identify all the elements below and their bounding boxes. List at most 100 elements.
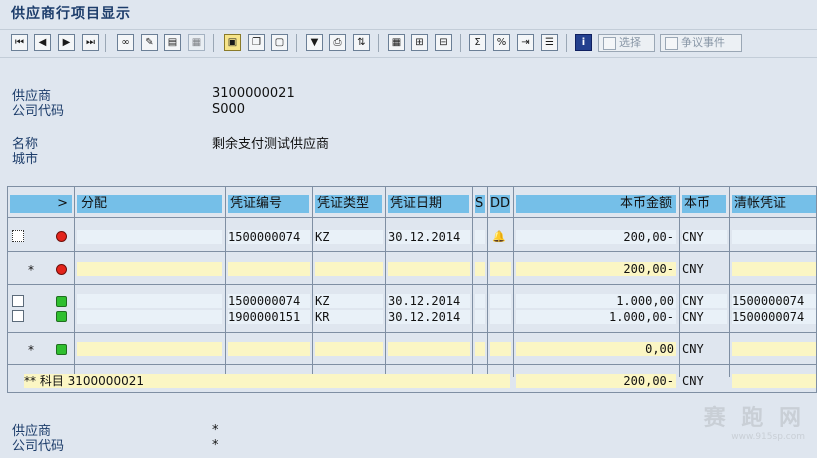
amount-cell: 1.000,00 — [516, 294, 676, 308]
toolbar-separator — [378, 34, 379, 52]
footer-company-code-value: * — [212, 438, 219, 453]
columns-icon[interactable]: ▤ — [164, 34, 181, 51]
document-icon[interactable]: ▢ — [271, 34, 288, 51]
subtotal-s — [475, 342, 485, 356]
watermark-url: www.915sp.com — [731, 432, 805, 442]
row-divider — [8, 251, 816, 252]
watermark-text: 赛 跑 网 — [703, 406, 805, 431]
row-divider — [8, 284, 816, 285]
expand-column-header[interactable]: > — [10, 195, 72, 213]
subtotal-doc-number — [228, 262, 310, 276]
first-page-icon[interactable]: ⏮ — [11, 34, 28, 51]
subtotal-dd — [490, 262, 511, 276]
copy-icon[interactable]: ❐ — [248, 34, 265, 51]
doc-number-cell[interactable]: 1500000074 — [228, 230, 310, 244]
toolbar-separator — [460, 34, 461, 52]
pencil-icon[interactable]: ✎ — [141, 34, 158, 51]
sum-icon[interactable]: Σ — [469, 34, 486, 51]
dispute-button-label: 争议事件 — [681, 36, 725, 49]
select-icon — [603, 37, 616, 50]
export-icon[interactable]: ⇥ — [517, 34, 534, 51]
row-divider — [8, 364, 816, 365]
subtotal-s — [475, 262, 485, 276]
prev-page-icon[interactable]: ◀ — [34, 34, 51, 51]
subtotal-star: * — [28, 343, 34, 357]
bell-icon: 🔔 — [492, 230, 506, 243]
doc-type-cell: KZ — [315, 230, 383, 244]
clearing-cell[interactable]: 1500000074 — [732, 294, 816, 308]
col-divider — [312, 187, 313, 377]
assignment-cell — [77, 230, 222, 244]
clearing-cell — [732, 230, 816, 244]
title-bar: 供应商行项目显示 — [0, 0, 817, 26]
filter-icon[interactable]: ▼ — [306, 34, 323, 51]
col-header-doc-number[interactable]: 凭证编号 — [228, 195, 309, 213]
account-total-currency: CNY — [682, 374, 704, 388]
last-page-icon[interactable]: ⏭ — [82, 34, 99, 51]
subtotal-star: * — [28, 263, 34, 277]
subtotal-doc-number — [228, 342, 310, 356]
row-checkbox[interactable] — [12, 310, 24, 322]
grid-plus-icon[interactable]: ⊞ — [411, 34, 428, 51]
col-header-doc-type[interactable]: 凭证类型 — [315, 195, 382, 213]
next-page-icon[interactable]: ▶ — [58, 34, 75, 51]
col-divider — [513, 187, 514, 377]
col-header-dd[interactable]: DD — [490, 195, 510, 213]
col-divider — [74, 187, 75, 377]
subtotal-assignment — [77, 262, 222, 276]
toolbar-separator — [566, 34, 567, 52]
dd-cell — [490, 294, 511, 308]
amount-cell: 1.000,00- — [516, 310, 676, 324]
select-button[interactable]: 选择 — [598, 34, 655, 52]
line-items-grid: > 分配 凭证编号 凭证类型 凭证日期 S DD 本币金额 本币 清帐凭证 15… — [7, 186, 817, 393]
doc-type-cell: KR — [315, 310, 383, 324]
grid-icon[interactable]: ▦ — [388, 34, 405, 51]
select-layout-icon[interactable]: ▣ — [224, 34, 241, 51]
grid-delete-icon[interactable]: ⊟ — [435, 34, 452, 51]
col-header-amount[interactable]: 本币金额 — [516, 195, 676, 213]
application-toolbar: ⏮ ◀ ▶ ⏭ ∞ ✎ ▤ ▦ ▣ ❐ ▢ ▼ ⎙ ⇅ ▦ ⊞ ⊟ Σ % ⇥ … — [0, 29, 817, 58]
row-checkbox[interactable] — [12, 230, 24, 242]
subtotal-doc-date — [388, 342, 470, 356]
watermark-logo: 赛 跑 网 www.915sp.com — [704, 400, 805, 442]
col-divider — [225, 187, 226, 377]
sort-icon[interactable]: ⇅ — [353, 34, 370, 51]
subtotal-amount: 200,00- — [516, 262, 676, 276]
subtotal-doc-date — [388, 262, 470, 276]
subtotal-icon[interactable]: % — [493, 34, 510, 51]
glasses-icon[interactable]: ∞ — [117, 34, 134, 51]
info-icon[interactable]: i — [575, 34, 592, 51]
name-value: 剩余支付测试供应商 — [212, 137, 330, 152]
doc-number-cell[interactable]: 1900000151 — [228, 310, 310, 324]
account-total-clearing — [732, 374, 816, 388]
company-code-value: S000 — [212, 102, 246, 117]
col-divider — [487, 187, 488, 377]
col-header-assignment[interactable]: 分配 — [77, 195, 222, 213]
col-divider — [472, 187, 473, 377]
company-code-label: 公司代码 — [12, 104, 65, 119]
col-header-currency[interactable]: 本币 — [682, 195, 726, 213]
row-checkbox[interactable] — [12, 295, 24, 307]
clearing-cell[interactable]: 1500000074 — [732, 310, 816, 324]
footer-company-code-label: 公司代码 — [12, 439, 65, 454]
green-status-icon — [56, 344, 67, 355]
green-status-icon — [56, 311, 67, 322]
print-icon[interactable]: ⎙ — [329, 34, 346, 51]
select-button-label: 选择 — [619, 36, 641, 49]
col-divider — [729, 187, 730, 377]
toolbar-separator — [213, 34, 214, 52]
account-total-amount: 200,00- — [516, 374, 676, 388]
dispute-button[interactable]: 争议事件 — [660, 34, 742, 52]
subtotal-amount: 0,00 — [516, 342, 676, 356]
col-divider — [385, 187, 386, 377]
assignment-cell — [77, 310, 222, 324]
toolbar-separator — [296, 34, 297, 52]
col-header-s[interactable]: S — [475, 195, 485, 213]
doc-number-cell[interactable]: 1500000074 — [228, 294, 310, 308]
col-header-doc-date[interactable]: 凭证日期 — [388, 195, 469, 213]
dispute-icon — [665, 37, 678, 50]
subtotal-currency: CNY — [682, 342, 704, 356]
col-header-clearing[interactable]: 清帐凭证 — [732, 195, 816, 213]
layout-icon[interactable]: ☰ — [541, 34, 558, 51]
dd-cell — [490, 310, 511, 324]
